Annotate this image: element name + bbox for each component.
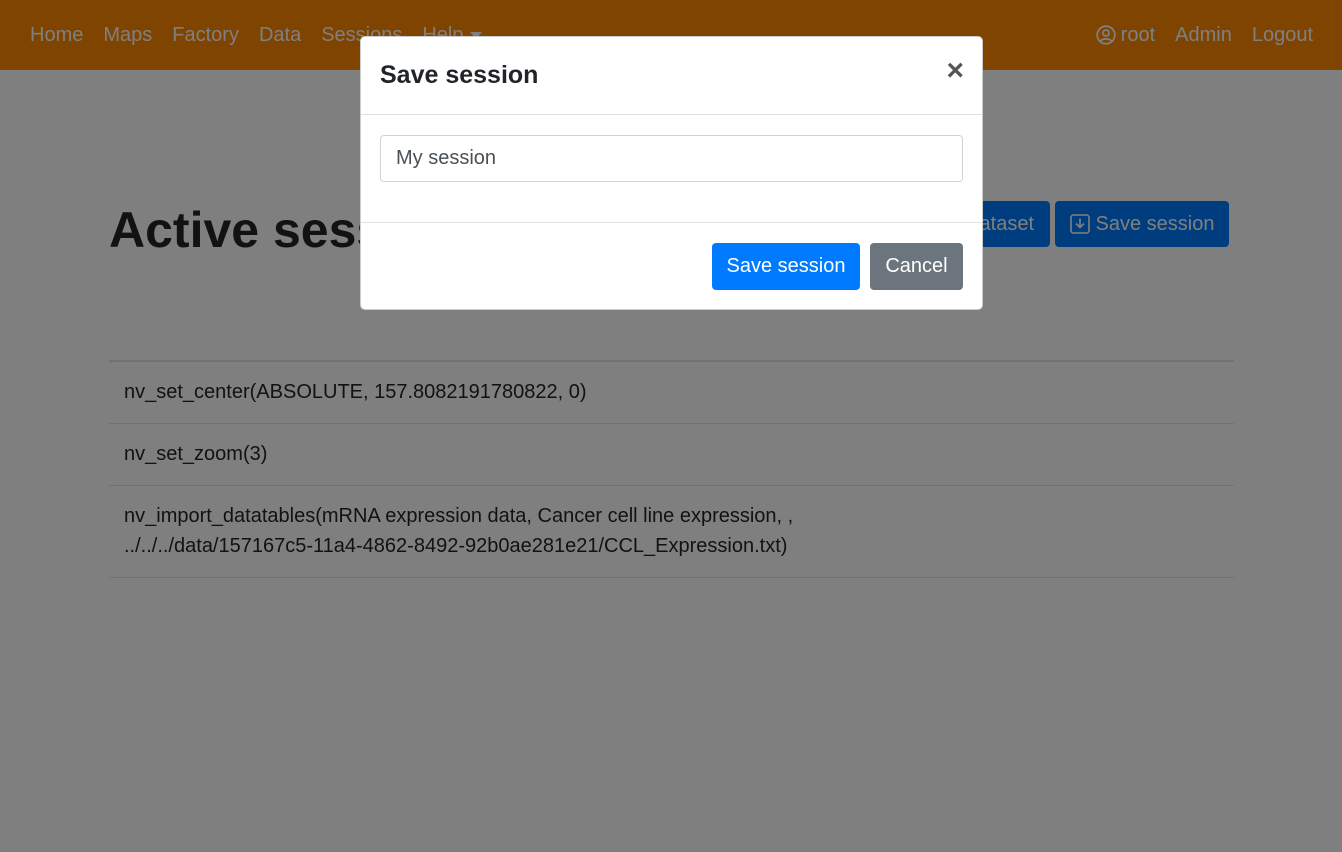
modal-body [361, 115, 982, 223]
save-session-modal: Save session × Save session Cancel [360, 36, 983, 310]
session-name-input[interactable] [380, 135, 963, 182]
close-icon[interactable]: × [946, 55, 964, 87]
modal-header: Save session × [361, 37, 982, 115]
modal-footer: Save session Cancel [361, 223, 982, 309]
modal-title: Save session [380, 61, 539, 89]
cancel-button[interactable]: Cancel [870, 243, 963, 290]
modal-save-button[interactable]: Save session [712, 243, 860, 290]
